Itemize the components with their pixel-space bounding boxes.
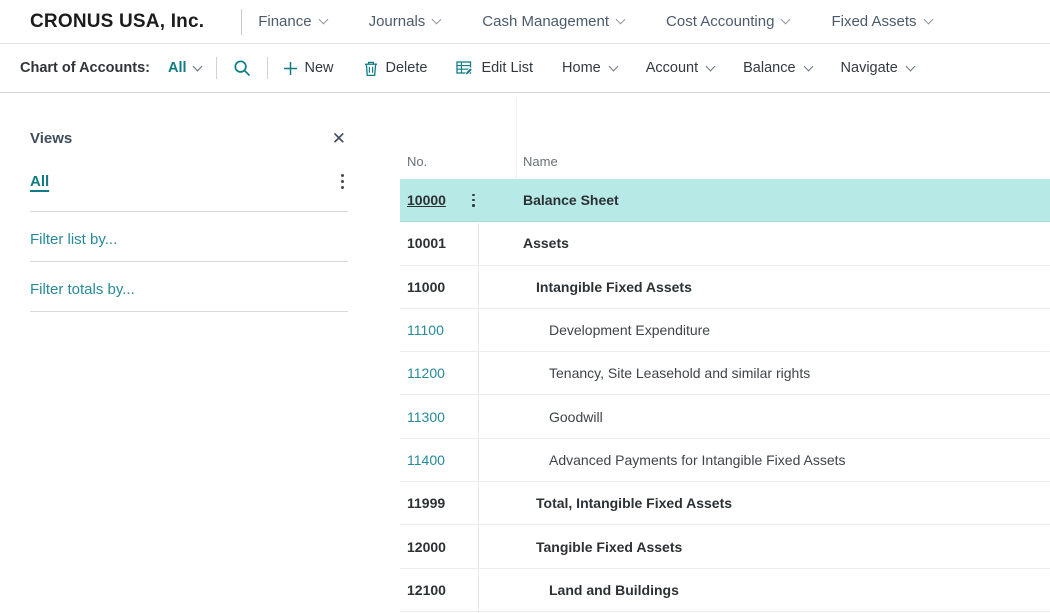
panel-divider xyxy=(30,211,348,212)
commandbar-divider xyxy=(267,57,268,79)
table-header: No. Name xyxy=(400,140,1050,179)
table-row[interactable]: 12100 Land and Buildings xyxy=(400,569,1050,612)
account-name: Goodwill xyxy=(523,409,1050,425)
filter-totals-by-link[interactable]: Filter totals by... xyxy=(30,281,348,298)
row-gutter xyxy=(466,194,523,207)
account-no[interactable]: 10000 xyxy=(407,192,466,208)
page-title: Chart of Accounts: xyxy=(20,60,150,76)
views-panel-title: Views xyxy=(30,130,72,147)
account-no[interactable]: 12100 xyxy=(407,582,466,598)
topbar-divider xyxy=(241,9,242,35)
chevron-down-icon xyxy=(905,61,915,71)
company-name: CRONUS USA, Inc. xyxy=(30,11,204,33)
chevron-down-icon xyxy=(781,15,791,25)
table-row[interactable]: 11100 Development Expenditure xyxy=(400,309,1050,352)
accounts-table: No. Name 10000 Balance Sheet 10001 Asset… xyxy=(400,140,1050,613)
account-no[interactable]: 11000 xyxy=(407,279,466,295)
account-name: Development Expenditure xyxy=(523,322,1050,338)
commandbar-divider xyxy=(216,57,217,79)
account-name: Tenancy, Site Leasehold and similar righ… xyxy=(523,365,1050,381)
chevron-down-icon xyxy=(616,15,626,25)
freeze-pane-line xyxy=(478,223,479,613)
menu-balance[interactable]: Balance xyxy=(743,60,811,76)
account-no[interactable]: 11300 xyxy=(407,409,466,425)
table-row[interactable]: 10000 Balance Sheet xyxy=(400,179,1050,222)
account-name: Total, Intangible Fixed Assets xyxy=(523,495,1050,511)
edit-list-button[interactable]: Edit List xyxy=(456,60,533,76)
nav-item-cash-management[interactable]: Cash Management xyxy=(482,13,624,30)
top-navigation: Finance Journals Cash Management Cost Ac… xyxy=(258,13,931,30)
account-no[interactable]: 10001 xyxy=(407,235,466,251)
search-button[interactable] xyxy=(232,58,252,78)
view-selector[interactable]: All xyxy=(168,60,201,76)
panel-divider xyxy=(30,311,348,312)
view-all-link[interactable]: All xyxy=(30,173,49,190)
menu-account[interactable]: Account xyxy=(646,60,714,76)
account-no[interactable]: 11400 xyxy=(407,452,466,468)
plus-icon xyxy=(283,61,298,76)
chevron-down-icon xyxy=(706,61,716,71)
account-no[interactable]: 11200 xyxy=(407,365,466,381)
table-row[interactable]: 11200 Tenancy, Site Leasehold and simila… xyxy=(400,352,1050,395)
nav-item-cost-accounting[interactable]: Cost Accounting xyxy=(666,13,789,30)
chevron-down-icon xyxy=(192,61,202,71)
table-row[interactable]: 11300 Goodwill xyxy=(400,395,1050,438)
command-actions: New Delete Edit List Home Account xyxy=(283,60,914,77)
kebab-menu-icon[interactable] xyxy=(337,172,348,191)
chevron-down-icon xyxy=(318,15,328,25)
row-kebab-icon[interactable] xyxy=(472,194,475,207)
filter-list-by-link[interactable]: Filter list by... xyxy=(30,231,348,248)
account-name: Intangible Fixed Assets xyxy=(523,279,1050,295)
column-header-no[interactable]: No. xyxy=(407,154,427,169)
account-name: Advanced Payments for Intangible Fixed A… xyxy=(523,452,1050,468)
delete-button[interactable]: Delete xyxy=(363,60,428,77)
panel-divider xyxy=(30,261,348,262)
table-row[interactable]: 11999 Total, Intangible Fixed Assets xyxy=(400,482,1050,525)
account-no[interactable]: 12000 xyxy=(407,539,466,555)
top-bar: CRONUS USA, Inc. Finance Journals Cash M… xyxy=(0,0,1050,44)
table-body: 10000 Balance Sheet 10001 Assets 11000 I… xyxy=(400,179,1050,612)
account-name: Assets xyxy=(523,235,1050,251)
chevron-down-icon xyxy=(608,61,618,71)
menu-home[interactable]: Home xyxy=(562,60,617,76)
table-row[interactable]: 10001 Assets xyxy=(400,222,1050,265)
search-icon xyxy=(232,58,252,78)
table-row[interactable]: 11400 Advanced Payments for Intangible F… xyxy=(400,439,1050,482)
column-header-name[interactable]: Name xyxy=(523,154,558,169)
command-bar: Chart of Accounts: All New Delete xyxy=(0,44,1050,93)
account-name: Tangible Fixed Assets xyxy=(523,539,1050,555)
chevron-down-icon xyxy=(803,61,813,71)
chevron-down-icon xyxy=(923,15,933,25)
new-button[interactable]: New xyxy=(283,60,334,76)
table-row[interactable]: 11000 Intangible Fixed Assets xyxy=(400,266,1050,309)
account-no[interactable]: 11100 xyxy=(407,322,466,338)
nav-item-fixed-assets[interactable]: Fixed Assets xyxy=(831,13,931,30)
account-name: Balance Sheet xyxy=(523,192,1050,208)
nav-item-finance[interactable]: Finance xyxy=(258,13,326,30)
edit-list-icon xyxy=(456,60,474,76)
menu-navigate[interactable]: Navigate xyxy=(841,60,914,76)
account-name: Land and Buildings xyxy=(523,582,1050,598)
account-no[interactable]: 11999 xyxy=(407,495,466,511)
table-row[interactable]: 12000 Tangible Fixed Assets xyxy=(400,525,1050,568)
trash-icon xyxy=(363,60,379,77)
nav-item-journals[interactable]: Journals xyxy=(369,13,441,30)
close-icon[interactable]: ✕ xyxy=(332,130,346,147)
chevron-down-icon xyxy=(432,15,442,25)
